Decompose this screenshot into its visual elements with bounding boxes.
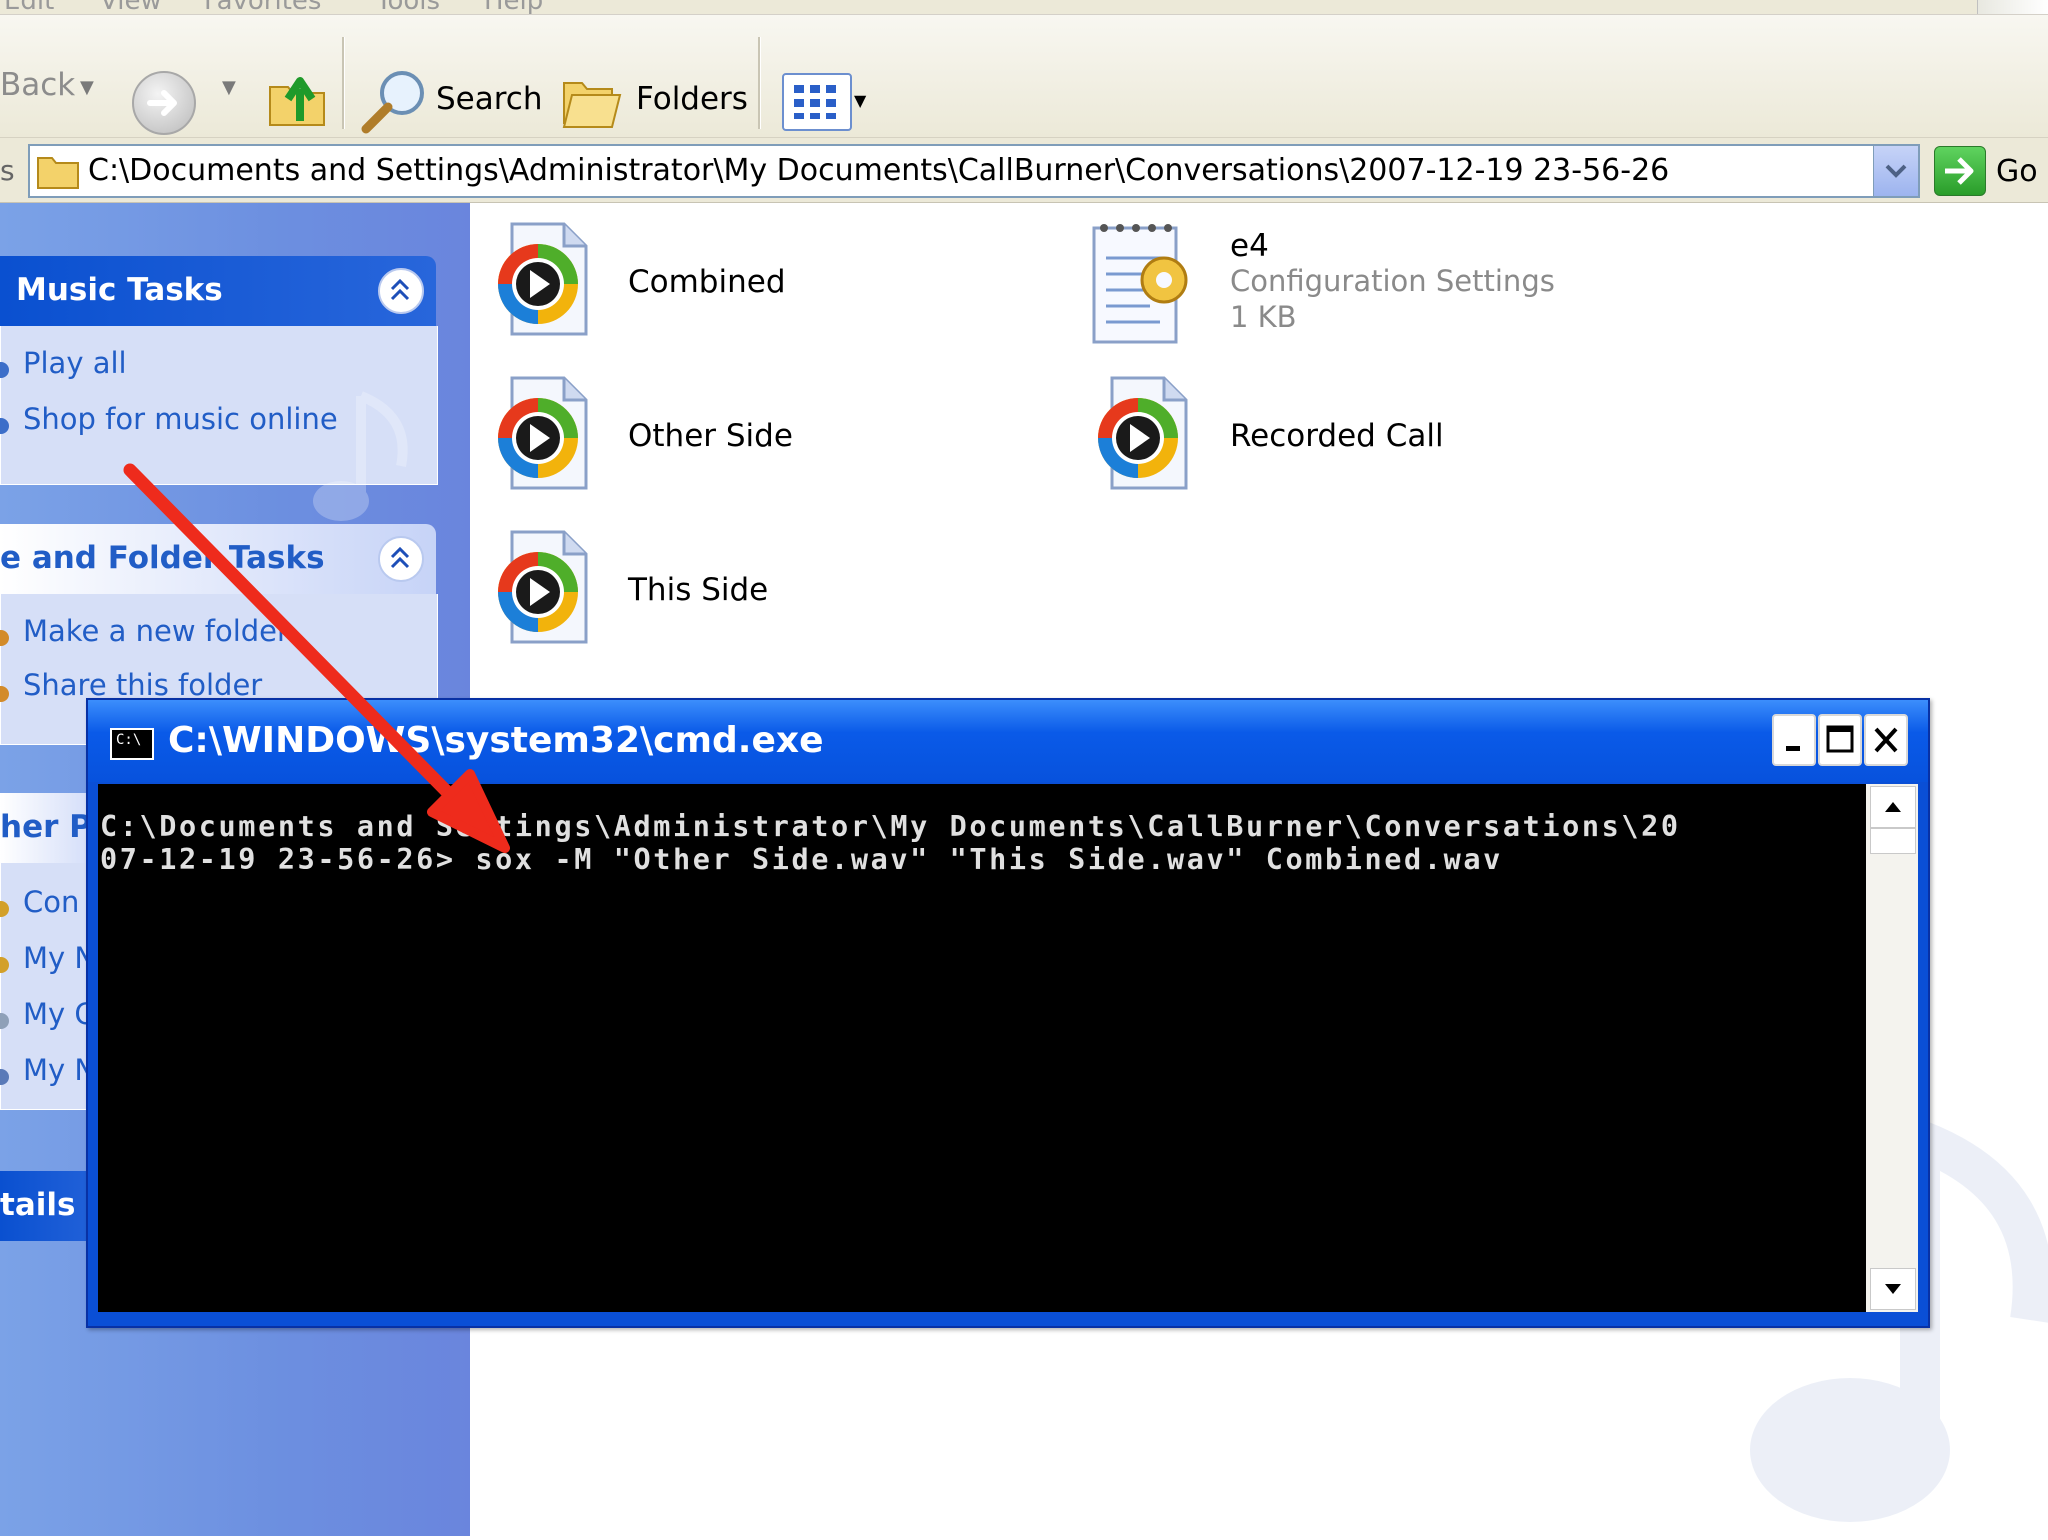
file-name-e4[interactable]: e4 — [1230, 228, 1269, 264]
back-button[interactable]: Back — [0, 67, 75, 103]
console-line: 07-12-19 23-56-26> sox -M "Other Side.wa… — [100, 843, 1503, 876]
play-all-link[interactable]: Play all — [23, 346, 127, 380]
toolbar-separator — [342, 37, 345, 129]
wav-media-icon[interactable] — [1090, 374, 1190, 492]
new-folder-icon — [0, 630, 9, 646]
cmd-window[interactable]: C:\ C:\WINDOWS\system32\cmd.exe C:\Docum… — [86, 698, 1930, 1328]
scroll-thumb[interactable] — [1870, 828, 1916, 854]
other-place-link[interactable]: My C — [23, 997, 95, 1031]
console-line: C:\Documents and Settings\Administrator\… — [100, 810, 1681, 843]
console-icon-text: C:\ — [116, 732, 142, 748]
control-panel-icon — [0, 901, 9, 917]
music-tasks-header[interactable]: Music Tasks — [0, 256, 436, 326]
forward-button[interactable] — [132, 71, 196, 135]
scroll-up-button[interactable] — [1870, 786, 1916, 828]
magnifier-icon — [361, 71, 424, 134]
other-place-link[interactable]: Con — [23, 885, 79, 919]
file-name-combined[interactable]: Combined — [628, 264, 786, 300]
maximize-icon — [1826, 725, 1854, 753]
wav-media-icon[interactable] — [490, 528, 590, 646]
minimize-icon — [1786, 746, 1800, 751]
music-tasks-body: Play all Shop for music online — [0, 326, 438, 521]
share-folder-link[interactable]: Share this folder — [23, 668, 262, 702]
collapse-chevron-icon[interactable] — [378, 268, 424, 314]
cmd-titlebar[interactable]: C:\ C:\WINDOWS\system32\cmd.exe — [88, 700, 1928, 782]
address-dropdown-button[interactable] — [1873, 146, 1918, 196]
panel-title: e and Folder Tasks — [0, 540, 325, 576]
menu-item-tools[interactable]: Tools — [376, 0, 440, 14]
windows-logo-icon — [1977, 0, 2048, 14]
wav-media-icon[interactable] — [490, 374, 590, 492]
cmd-scrollbar[interactable] — [1866, 784, 1918, 1312]
console-output[interactable]: C:\Documents and Settings\Administrator\… — [98, 784, 1866, 1312]
arrow-down-icon — [1885, 1284, 1901, 1294]
views-button[interactable] — [782, 73, 852, 131]
address-label: s — [0, 154, 15, 187]
arrow-up-icon — [1885, 802, 1901, 812]
folders-icon — [562, 82, 622, 128]
menu-item-edit[interactable]: Edit — [4, 0, 54, 14]
address-path-text[interactable]: C:\Documents and Settings\Administrator\… — [88, 153, 1669, 188]
up-folder-button[interactable] — [266, 67, 328, 129]
collapse-chevron-icon[interactable] — [378, 536, 424, 582]
maximize-button[interactable] — [1818, 714, 1862, 766]
menu-item-view[interactable]: View — [100, 0, 162, 14]
folder-up-icon — [269, 77, 325, 126]
panel-title: tails — [0, 1187, 76, 1223]
file-name-recorded-call[interactable]: Recorded Call — [1230, 418, 1444, 454]
bullet-icon — [0, 362, 9, 378]
forward-dropdown-icon[interactable]: ▼ — [222, 77, 236, 98]
views-grid-icon — [794, 85, 836, 119]
wav-media-icon[interactable] — [490, 220, 590, 338]
menu-item-favorites[interactable]: Favorites — [204, 0, 321, 14]
menu-item-help[interactable]: Help — [484, 0, 543, 14]
folders-button[interactable]: Folders — [636, 81, 748, 117]
console-text[interactable]: C:\Documents and Settings\Administrator\… — [100, 810, 1866, 876]
toolbar-separator — [758, 37, 761, 129]
bullet-icon — [0, 418, 9, 434]
make-new-folder-link[interactable]: Make a new folder — [23, 614, 289, 648]
menu-bar: Edit View Favorites Tools Help — [0, 0, 2048, 15]
my-computer-icon — [0, 1013, 9, 1029]
my-documents-icon — [0, 957, 9, 973]
address-bar: s C:\Documents and Settings\Administrato… — [0, 138, 2048, 203]
arrow-right-icon — [147, 90, 177, 116]
my-network-icon — [0, 1069, 9, 1085]
close-icon — [1874, 727, 1898, 753]
search-button-icon[interactable] — [358, 67, 430, 135]
console-icon: C:\ — [110, 728, 154, 760]
folders-button-icon[interactable] — [562, 73, 624, 129]
chevron-down-icon — [1885, 164, 1907, 178]
panel-title: Music Tasks — [16, 272, 223, 308]
go-label[interactable]: Go — [1996, 154, 2038, 189]
share-folder-icon — [0, 686, 9, 702]
search-button[interactable]: Search — [436, 81, 543, 117]
address-input[interactable]: C:\Documents and Settings\Administrator\… — [28, 144, 1920, 198]
file-type-text: Configuration Settings — [1230, 264, 1555, 298]
file-folder-tasks-header[interactable]: e and Folder Tasks — [0, 524, 436, 594]
shop-music-online-link[interactable]: Shop for music online — [23, 402, 338, 436]
arrow-right-icon — [1945, 157, 1974, 185]
minimize-button[interactable] — [1772, 714, 1816, 766]
standard-toolbar: Back ▼ ▼ Search Folders ▼ — [0, 15, 2048, 139]
folder-icon — [36, 154, 80, 190]
file-name-other-side[interactable]: Other Side — [628, 418, 793, 454]
close-button[interactable] — [1864, 714, 1908, 766]
scroll-down-button[interactable] — [1870, 1268, 1916, 1310]
config-file-icon[interactable] — [1090, 218, 1190, 344]
go-button[interactable] — [1934, 146, 1986, 196]
back-dropdown-icon[interactable]: ▼ — [80, 77, 94, 98]
file-name-this-side[interactable]: This Side — [628, 572, 768, 608]
views-dropdown-icon[interactable]: ▼ — [854, 91, 866, 110]
file-size-text: 1 KB — [1230, 300, 1297, 334]
cmd-window-title: C:\WINDOWS\system32\cmd.exe — [168, 720, 824, 761]
